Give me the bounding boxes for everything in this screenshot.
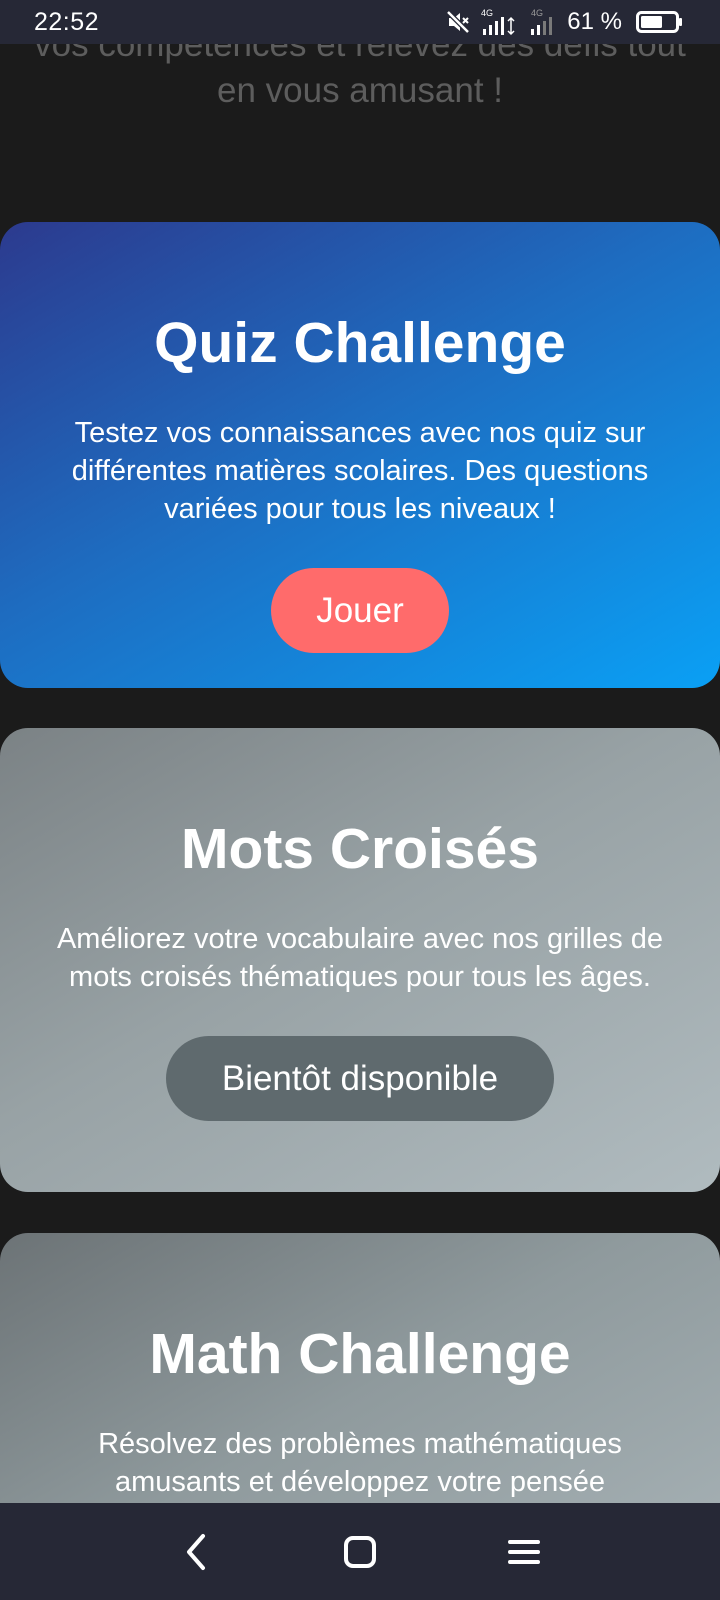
battery-icon	[636, 10, 684, 34]
navigation-bar	[0, 1503, 720, 1600]
home-icon	[344, 1535, 376, 1568]
signal-icon-1: 4G	[481, 7, 517, 37]
quiz-challenge-card: Quiz Challenge Testez vos connaissances …	[0, 222, 720, 688]
card-description: Testez vos connaissances avec nos quiz s…	[71, 417, 649, 525]
network-label-1: 4G	[481, 8, 493, 18]
menu-icon	[508, 1539, 540, 1564]
mots-croises-card: Mots Croisés Améliorez votre vocabulaire…	[0, 728, 720, 1192]
play-button[interactable]: Jouer	[271, 568, 449, 653]
home-button[interactable]	[337, 1529, 383, 1575]
status-time: 22:52	[34, 7, 100, 36]
screen: vos compétences et relevez des défis tou…	[0, 0, 720, 1600]
mute-icon	[445, 9, 471, 35]
card-description: Résolvez des problèmes mathématiques amu…	[98, 1428, 622, 1498]
card-description: Améliorez votre vocabulaire avec nos gri…	[56, 923, 664, 993]
coming-soon-button[interactable]: Bientôt disponible	[166, 1036, 554, 1121]
status-icons: 4G 4G 61 %	[445, 7, 684, 37]
intro-line-2: en vous amusant !	[217, 71, 503, 110]
card-title: Quiz Challenge	[154, 311, 566, 375]
back-icon	[187, 1533, 205, 1570]
card-title: Mots Croisés	[181, 817, 539, 881]
card-title: Math Challenge	[149, 1322, 571, 1386]
menu-button[interactable]	[501, 1529, 547, 1575]
battery-percent: 61 %	[567, 8, 622, 35]
back-button[interactable]	[173, 1529, 219, 1575]
network-label-2: 4G	[531, 8, 543, 18]
status-bar: 22:52 4G 4G 61 %	[0, 0, 720, 44]
signal-icon-2: 4G	[527, 7, 557, 37]
